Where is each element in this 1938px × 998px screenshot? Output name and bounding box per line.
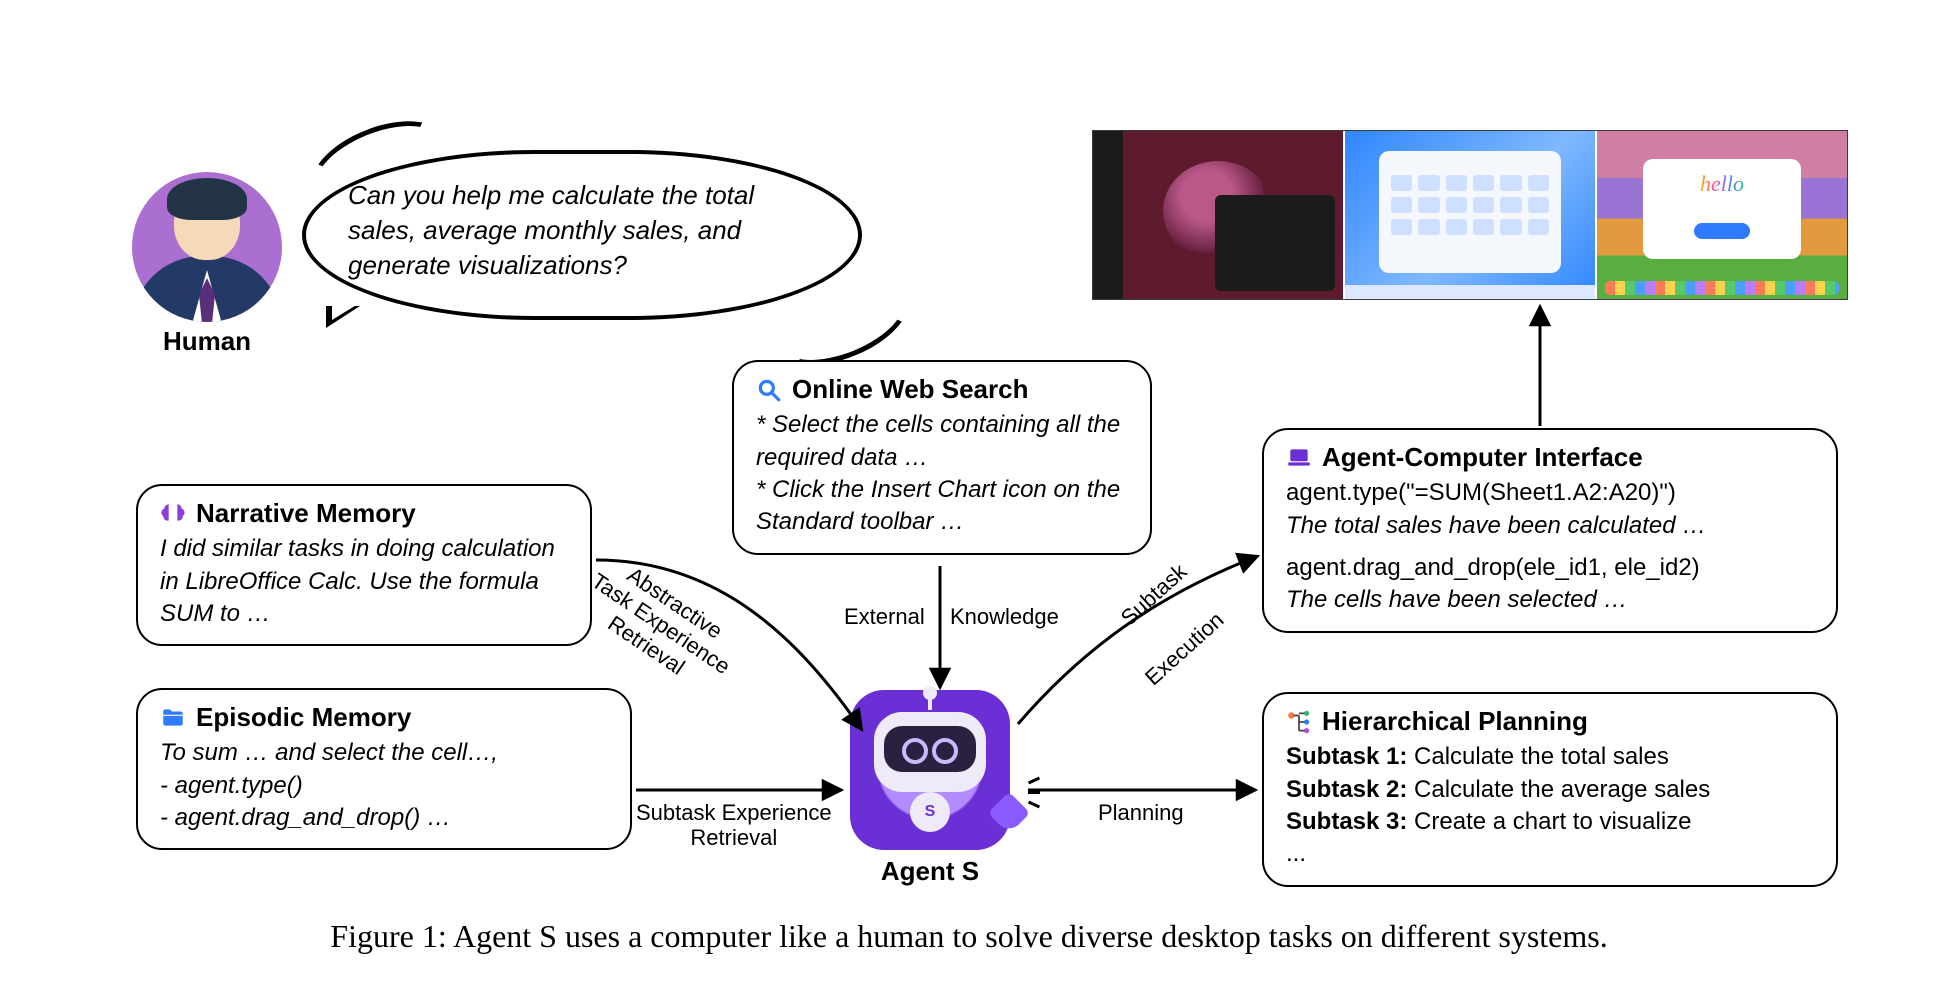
macos-screenshot: hello xyxy=(1597,131,1847,299)
speech-text: Can you help me calculate the total sale… xyxy=(348,180,754,280)
web-search-l2: * Click the Insert Chart icon on the Sta… xyxy=(756,474,1128,539)
search-icon xyxy=(756,377,782,403)
folder-icon xyxy=(160,705,186,731)
agent-s: S Agent S xyxy=(850,690,1010,887)
aci-code1: agent.type("=SUM(Sheet1.A2:A20)") xyxy=(1286,477,1814,509)
plan-ell: ... xyxy=(1286,838,1814,870)
narrative-title: Narrative Memory xyxy=(196,498,416,529)
web-search-card: Online Web Search * Select the cells con… xyxy=(732,360,1152,555)
web-search-title: Online Web Search xyxy=(792,374,1028,405)
brain-icon xyxy=(160,501,186,527)
planning-card: Hierarchical Planning Subtask 1: Calcula… xyxy=(1262,692,1838,887)
plan-s1: Calculate the total sales xyxy=(1407,743,1668,770)
episodic-memory-card: Episodic Memory To sum … and select the … xyxy=(136,688,632,850)
os-screenshots: hello xyxy=(1092,130,1848,300)
plan-s3p: Subtask 3: xyxy=(1286,808,1407,835)
episodic-intro: To sum … and select the cell…, xyxy=(160,737,608,769)
aci-card: Agent-Computer Interface agent.type("=SU… xyxy=(1262,428,1838,633)
web-search-l1: * Select the cells containing all the re… xyxy=(756,409,1128,474)
narrative-body: I did similar tasks in doing calculation… xyxy=(160,533,568,630)
aci-title: Agent-Computer Interface xyxy=(1322,442,1643,473)
agent-badge: S xyxy=(910,792,950,832)
episodic-b1: - agent.type() xyxy=(160,770,608,802)
edge-subexp: Subtask Experience Retrieval xyxy=(636,800,832,851)
windows-screenshot xyxy=(1345,131,1595,299)
agent-label: Agent S xyxy=(850,856,1010,887)
plan-s1p: Subtask 1: xyxy=(1286,743,1407,770)
aci-note1: The total sales have been calculated … xyxy=(1286,510,1814,542)
planning-title: Hierarchical Planning xyxy=(1322,706,1588,737)
plan-s2p: Subtask 2: xyxy=(1286,776,1407,803)
human-avatar: Human xyxy=(132,172,282,357)
edge-subtask: Subtask xyxy=(1116,559,1192,631)
aci-code2: agent.drag_and_drop(ele_id1, ele_id2) xyxy=(1286,552,1814,584)
edge-planning: Planning xyxy=(1098,800,1184,825)
edge-abstractive: Abstractive Task Experience Retrieval xyxy=(573,547,749,700)
narrative-memory-card: Narrative Memory I did similar tasks in … xyxy=(136,484,592,646)
edge-knowledge: Knowledge xyxy=(950,604,1059,629)
laptop-icon xyxy=(1286,445,1312,471)
edge-execution: Execution xyxy=(1140,607,1229,690)
ubuntu-screenshot xyxy=(1093,131,1343,299)
edge-external: External xyxy=(844,604,925,629)
episodic-title: Episodic Memory xyxy=(196,702,411,733)
figure-caption: Figure 1: Agent S uses a computer like a… xyxy=(0,918,1938,955)
aci-note2: The cells have been selected … xyxy=(1286,584,1814,616)
human-label: Human xyxy=(132,326,282,357)
plan-s3: Create a chart to visualize xyxy=(1407,808,1691,835)
hierarchy-icon xyxy=(1286,709,1312,735)
plan-s2: Calculate the average sales xyxy=(1407,776,1710,803)
hello-text: hello xyxy=(1700,171,1744,197)
episodic-b2: - agent.drag_and_drop() … xyxy=(160,802,608,834)
